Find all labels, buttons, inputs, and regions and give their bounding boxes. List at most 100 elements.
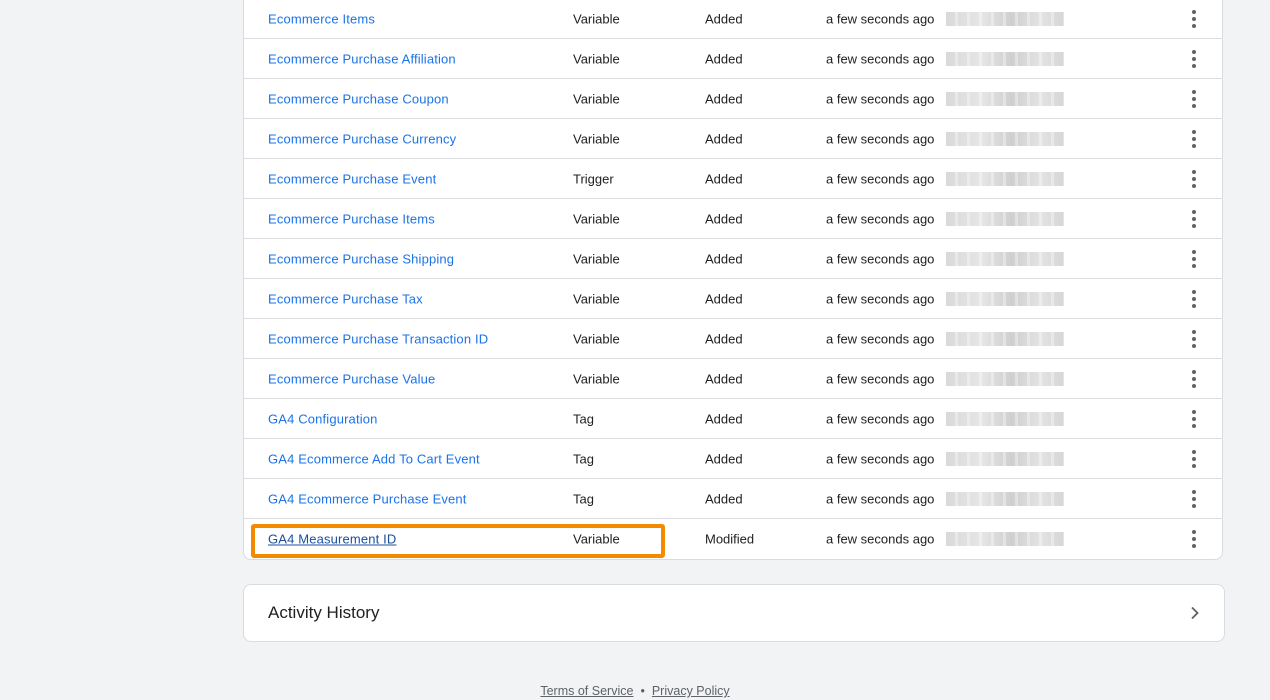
entity-name-link[interactable]: Ecommerce Purchase Currency xyxy=(268,131,456,146)
footer-separator: • xyxy=(640,684,645,698)
entity-name-link[interactable]: Ecommerce Purchase Event xyxy=(268,171,436,186)
table-row[interactable]: Ecommerce Purchase Tax Variable Added a few… xyxy=(244,279,1222,319)
table-row[interactable]: GA4 Measurement ID Variable Modified a few … xyxy=(244,519,1222,559)
last-edited-time: a few seconds ago xyxy=(826,251,935,266)
user-email-redacted xyxy=(946,11,1064,26)
changes-rows: Ecommerce Items Variable Added a few second… xyxy=(244,0,1222,559)
user-email-redacted xyxy=(946,331,1064,346)
more-vert-icon[interactable] xyxy=(1182,7,1206,31)
last-edited-time: a few seconds ago xyxy=(826,211,935,226)
entity-type: Variable xyxy=(573,331,620,346)
entity-name-link[interactable]: Ecommerce Purchase Value xyxy=(268,371,435,386)
entity-type: Variable xyxy=(573,371,620,386)
table-row[interactable]: Ecommerce Purchase Currency Variable Added… xyxy=(244,119,1222,159)
last-edited-time: a few seconds ago xyxy=(826,291,935,306)
user-email-redacted xyxy=(946,131,1064,146)
user-email-redacted xyxy=(946,171,1064,186)
entity-type: Tag xyxy=(573,451,594,466)
workspace-changes-table: Ecommerce Items Variable Added a few second… xyxy=(243,0,1223,560)
table-row[interactable]: Ecommerce Purchase Value Variable Added a f… xyxy=(244,359,1222,399)
entity-name-link[interactable]: GA4 Configuration xyxy=(268,411,378,426)
entity-name-link[interactable]: Ecommerce Purchase Transaction ID xyxy=(268,331,488,346)
entity-type: Variable xyxy=(573,291,620,306)
more-vert-icon[interactable] xyxy=(1182,367,1206,391)
more-vert-icon[interactable] xyxy=(1182,287,1206,311)
entity-name-link[interactable]: Ecommerce Items xyxy=(268,11,375,26)
last-edited-time: a few seconds ago xyxy=(826,11,935,26)
table-row[interactable]: Ecommerce Items Variable Added a few second… xyxy=(244,0,1222,39)
last-edited-time: a few seconds ago xyxy=(826,171,935,186)
more-vert-icon[interactable] xyxy=(1182,47,1206,71)
user-email-redacted xyxy=(946,371,1064,386)
terms-of-service-link[interactable]: Terms of Service xyxy=(540,684,633,698)
entity-name-link[interactable]: Ecommerce Purchase Tax xyxy=(268,291,423,306)
entity-type: Variable xyxy=(573,91,620,106)
entity-type: Variable xyxy=(573,11,620,26)
table-row[interactable]: GA4 Ecommerce Purchase Event Tag Added a fe… xyxy=(244,479,1222,519)
user-email-redacted xyxy=(946,411,1064,426)
entity-type: Tag xyxy=(573,411,594,426)
more-vert-icon[interactable] xyxy=(1182,127,1206,151)
entity-type: Variable xyxy=(573,531,620,547)
last-edited-time: a few seconds ago xyxy=(826,371,935,386)
table-row[interactable]: GA4 Configuration Tag Added a few seconds a… xyxy=(244,399,1222,439)
entity-type: Variable xyxy=(573,211,620,226)
more-vert-icon[interactable] xyxy=(1182,87,1206,111)
table-row[interactable]: GA4 Ecommerce Add To Cart Event Tag Added a… xyxy=(244,439,1222,479)
change-status: Added xyxy=(705,211,743,226)
change-status: Added xyxy=(705,91,743,106)
more-vert-icon[interactable] xyxy=(1182,327,1206,351)
change-status: Added xyxy=(705,291,743,306)
last-edited-time: a few seconds ago xyxy=(826,131,935,146)
table-row[interactable]: Ecommerce Purchase Items Variable Added a f… xyxy=(244,199,1222,239)
entity-name-link[interactable]: GA4 Ecommerce Add To Cart Event xyxy=(268,451,480,466)
activity-history-panel[interactable]: Activity History xyxy=(243,584,1225,642)
more-vert-icon[interactable] xyxy=(1182,487,1206,511)
entity-type: Variable xyxy=(573,51,620,66)
last-edited-time: a few seconds ago xyxy=(826,411,935,426)
change-status: Added xyxy=(705,251,743,266)
more-vert-icon[interactable] xyxy=(1182,207,1206,231)
entity-name-link[interactable]: Ecommerce Purchase Affiliation xyxy=(268,51,456,66)
user-email-redacted xyxy=(946,251,1064,266)
entity-name-link[interactable]: Ecommerce Purchase Shipping xyxy=(268,251,454,266)
entity-name-link[interactable]: GA4 Ecommerce Purchase Event xyxy=(268,491,467,506)
change-status: Added xyxy=(705,371,743,386)
footer: Terms of Service • Privacy Policy xyxy=(0,684,1270,698)
more-vert-icon[interactable] xyxy=(1182,247,1206,271)
user-email-redacted xyxy=(946,211,1064,226)
entity-type: Variable xyxy=(573,131,620,146)
table-row[interactable]: Ecommerce Purchase Coupon Variable Added a … xyxy=(244,79,1222,119)
entity-name-link[interactable]: Ecommerce Purchase Coupon xyxy=(268,91,449,106)
change-status: Added xyxy=(705,331,743,346)
user-email-redacted xyxy=(946,91,1064,106)
change-status: Added xyxy=(705,11,743,26)
chevron-right-icon xyxy=(1191,606,1199,620)
more-vert-icon[interactable] xyxy=(1182,527,1206,551)
change-status: Added xyxy=(705,491,743,506)
entity-type: Trigger xyxy=(573,171,614,186)
privacy-policy-link[interactable]: Privacy Policy xyxy=(652,684,730,698)
user-email-redacted xyxy=(946,532,1064,546)
change-status: Added xyxy=(705,451,743,466)
table-row[interactable]: Ecommerce Purchase Transaction ID Variabl… xyxy=(244,319,1222,359)
last-edited-time: a few seconds ago xyxy=(826,531,935,547)
more-vert-icon[interactable] xyxy=(1182,447,1206,471)
change-status: Modified xyxy=(705,531,755,547)
table-row[interactable]: Ecommerce Purchase Affiliation Variable Ad… xyxy=(244,39,1222,79)
entity-name-link[interactable]: GA4 Measurement ID xyxy=(268,532,396,547)
user-email-redacted xyxy=(946,51,1064,66)
last-edited-time: a few seconds ago xyxy=(826,451,935,466)
more-vert-icon[interactable] xyxy=(1182,407,1206,431)
entity-type: Variable xyxy=(573,251,620,266)
change-status: Added xyxy=(705,51,743,66)
entity-name-link[interactable]: Ecommerce Purchase Items xyxy=(268,211,435,226)
activity-history-title: Activity History xyxy=(268,603,380,622)
table-row[interactable]: Ecommerce Purchase Shipping Variable Added… xyxy=(244,239,1222,279)
change-status: Added xyxy=(705,411,743,426)
change-status: Added xyxy=(705,131,743,146)
table-row[interactable]: Ecommerce Purchase Event Trigger Added a fe… xyxy=(244,159,1222,199)
user-email-redacted xyxy=(946,451,1064,466)
last-edited-time: a few seconds ago xyxy=(826,51,935,66)
more-vert-icon[interactable] xyxy=(1182,167,1206,191)
